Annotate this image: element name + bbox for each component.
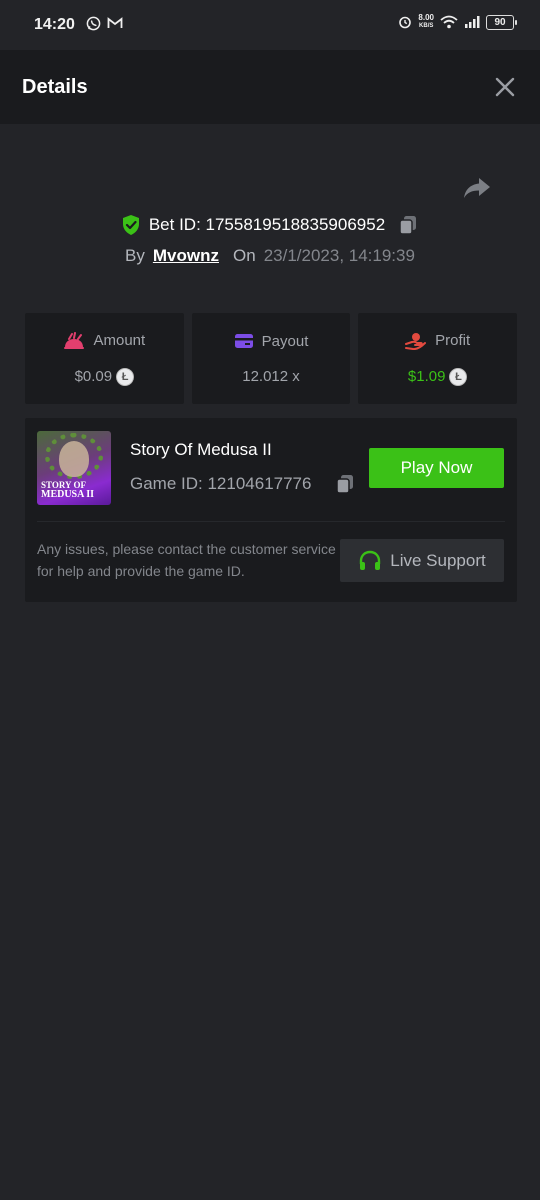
copy-icon[interactable] — [334, 473, 356, 495]
headset-icon — [360, 550, 381, 570]
status-bar: 14:20 8.00 KB/S 90 — [0, 0, 540, 50]
stat-profit-value-row: $1.09 Ł — [407, 367, 468, 386]
status-right-icons: 8.00 KB/S 90 — [398, 14, 517, 30]
litecoin-icon: Ł — [116, 367, 135, 386]
live-support-label: Live Support — [390, 550, 486, 570]
game-card: STORY OF MEDUSA II Story Of Medusa II Ga… — [25, 418, 517, 602]
stat-payout-value: 12.012 x — [242, 367, 300, 385]
stat-profit: Profit $1.09 Ł — [358, 313, 518, 404]
whatsapp-icon — [86, 16, 101, 31]
stat-amount-value: $0.09 — [74, 368, 113, 385]
on-label: On — [233, 246, 256, 265]
game-name: Story Of Medusa II — [130, 440, 272, 459]
status-left-icons — [86, 16, 123, 31]
signal-icon — [465, 16, 480, 28]
alarm-icon — [399, 16, 412, 29]
bet-id-row: Bet ID: 1755819518835906952 — [0, 212, 540, 238]
stat-profit-value: $1.09 — [407, 368, 446, 385]
net-speed-value: 8.00 — [418, 13, 434, 22]
status-time: 14:20 — [34, 16, 75, 33]
thumb-title-line2: MEDUSA II — [41, 489, 95, 500]
card-icon — [234, 334, 253, 348]
stat-payout-label: Payout — [261, 332, 309, 350]
thumb-title: STORY OF MEDUSA II — [41, 481, 107, 500]
stat-amount-head: Amount — [63, 331, 146, 350]
support-text: Any issues, please contact the customer … — [37, 541, 336, 579]
bet-author-row: By Mvownz On 23/1/2023, 14:19:39 — [0, 244, 540, 268]
thumb-face-art — [59, 441, 89, 477]
net-speed-unit: KB/S — [419, 23, 434, 29]
stat-amount-value-row: $0.09 Ł — [74, 367, 135, 386]
amount-icon — [64, 331, 85, 349]
details-header: Details — [0, 50, 540, 124]
close-icon[interactable] — [494, 76, 516, 98]
shield-check-icon — [122, 215, 139, 235]
by-label: By — [125, 246, 145, 265]
stat-profit-head: Profit — [405, 332, 470, 350]
stat-payout-value-row: 12.012 x — [242, 368, 300, 385]
bet-id: Bet ID: 1755819518835906952 — [148, 215, 386, 234]
page-title: Details — [22, 76, 88, 98]
game-id: Game ID: 12104617776 — [130, 474, 312, 493]
game-thumbnail[interactable]: STORY OF MEDUSA II — [37, 431, 111, 505]
bet-stats: Amount $0.09 Ł Payout 12.012 x Profit $1… — [25, 313, 518, 404]
stat-amount-label: Amount — [93, 332, 146, 349]
battery-icon: 90 — [486, 14, 517, 30]
stat-payout: Payout 12.012 x — [191, 313, 351, 404]
live-support-button[interactable]: Live Support — [340, 539, 504, 582]
net-speed: 8.00 KB/S — [418, 14, 434, 30]
play-now-button[interactable]: Play Now — [369, 448, 504, 488]
stat-amount: Amount $0.09 Ł — [25, 313, 184, 404]
bet-date: 23/1/2023, 14:19:39 — [263, 246, 415, 265]
litecoin-icon: Ł — [449, 367, 468, 386]
wifi-icon — [440, 15, 458, 29]
card-divider — [37, 521, 505, 522]
stat-profit-label: Profit — [435, 332, 471, 349]
gmail-icon — [107, 17, 123, 28]
profit-icon — [405, 332, 427, 350]
share-icon[interactable] — [462, 174, 492, 202]
stat-payout-head: Payout — [234, 332, 309, 350]
copy-icon[interactable] — [397, 214, 419, 236]
username-link[interactable]: Mvownz — [153, 246, 219, 266]
